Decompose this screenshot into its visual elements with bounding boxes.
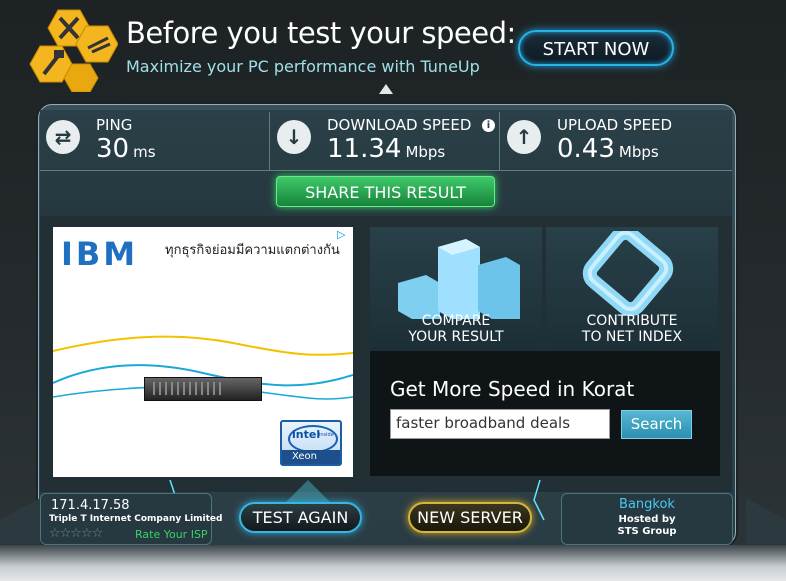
ping-value: 30 ms [96, 134, 156, 164]
compare-result-tile[interactable]: COMPARE YOUR RESULT [370, 227, 542, 350]
hosted-by-line1: Hosted by [618, 514, 676, 525]
rating-stars-icon[interactable]: ☆☆☆☆☆ [49, 526, 103, 541]
divider [40, 170, 732, 171]
rate-isp-link[interactable]: Rate Your ISP [135, 528, 208, 541]
server-rack-image [144, 377, 262, 401]
isp-info: 171.4.17.58 Triple T Internet Company Li… [40, 493, 222, 545]
banner-pointer-icon [379, 84, 393, 94]
share-result-button[interactable]: SHARE THIS RESULT [276, 176, 495, 207]
divider [269, 112, 270, 170]
broadband-search-input[interactable]: faster broadband deals [390, 409, 610, 439]
get-more-title: Get More Speed in Korat [390, 377, 635, 401]
get-more-speed-panel: Get More Speed in Korat faster broadband… [370, 351, 720, 476]
upload-stat: ↑ UPLOAD SPEED 0.43 Mbps [501, 112, 731, 170]
download-value: 11.34 Mbps [327, 134, 445, 164]
ping-unit: ms [133, 143, 156, 161]
upload-number: 0.43 [557, 134, 615, 164]
ad-text: ทุกธุรกิจย่อมมีความแตกต่างกัน [165, 243, 340, 258]
ping-label: PING [96, 116, 133, 134]
tuneup-banner: Before you test your speed: Maximize you… [0, 0, 786, 100]
tuneup-logo [29, 9, 118, 92]
ping-arrows-icon: ⇄ [46, 120, 80, 154]
download-label: DOWNLOAD SPEED [327, 116, 472, 134]
new-server-button[interactable]: NEW SERVER [408, 502, 532, 533]
adchoices-icon[interactable]: ▷ [337, 229, 351, 241]
test-again-button[interactable]: TEST AGAIN [239, 502, 362, 533]
download-stat: ↓ DOWNLOAD SPEED 11.34 Mbps [271, 112, 499, 170]
ibm-logo: IBM [61, 235, 139, 273]
divider [499, 112, 500, 170]
hosted-by-line2: STS Group [617, 526, 677, 537]
ping-stat: ⇄ PING 30 ms [40, 112, 268, 170]
contribute-label-2: TO NET INDEX [581, 329, 683, 345]
upload-unit: Mbps [618, 143, 659, 161]
ip-address: 171.4.17.58 [51, 498, 130, 513]
download-unit: Mbps [405, 143, 446, 161]
net-index-icon [582, 231, 674, 317]
intel-xeon-badge: intel inside Xeon [280, 420, 342, 466]
compare-label-1: COMPARE [421, 313, 491, 329]
page-floor [0, 545, 786, 581]
contribute-label-1: CONTRIBUTE [586, 313, 678, 329]
contribute-net-index-tile[interactable]: CONTRIBUTE TO NET INDEX [546, 227, 718, 350]
ibm-advertisement[interactable]: IBM ทุกธุรกิจย่อมมีความแตกต่างกัน ▷ inte… [53, 227, 353, 477]
info-icon[interactable]: i [482, 119, 495, 132]
server-info: Bangkok Hosted by STS Group [561, 493, 733, 545]
upload-value: 0.43 Mbps [557, 134, 659, 164]
search-button[interactable]: Search [621, 410, 692, 439]
xeon-label: Xeon [282, 450, 340, 464]
server-city[interactable]: Bangkok [562, 497, 732, 512]
isp-name: Triple T Internet Company Limited [49, 514, 223, 524]
upload-label: UPLOAD SPEED [557, 116, 673, 134]
hosted-by-label: Hosted by STS Group [562, 514, 732, 538]
download-number: 11.34 [327, 134, 402, 164]
compare-label-2: YOUR RESULT [408, 329, 504, 345]
banner-title: Before you test your speed: [126, 16, 516, 50]
banner-subtitle[interactable]: Maximize your PC performance with TuneUp [126, 57, 480, 76]
bar-graph-icon [398, 239, 520, 319]
start-now-button[interactable]: START NOW [518, 30, 674, 66]
intel-inside: inside [319, 432, 334, 438]
upload-arrow-icon: ↑ [507, 120, 541, 154]
ping-number: 30 [96, 134, 130, 164]
intel-brand: intel [292, 428, 321, 441]
download-arrow-icon: ↓ [277, 120, 311, 154]
